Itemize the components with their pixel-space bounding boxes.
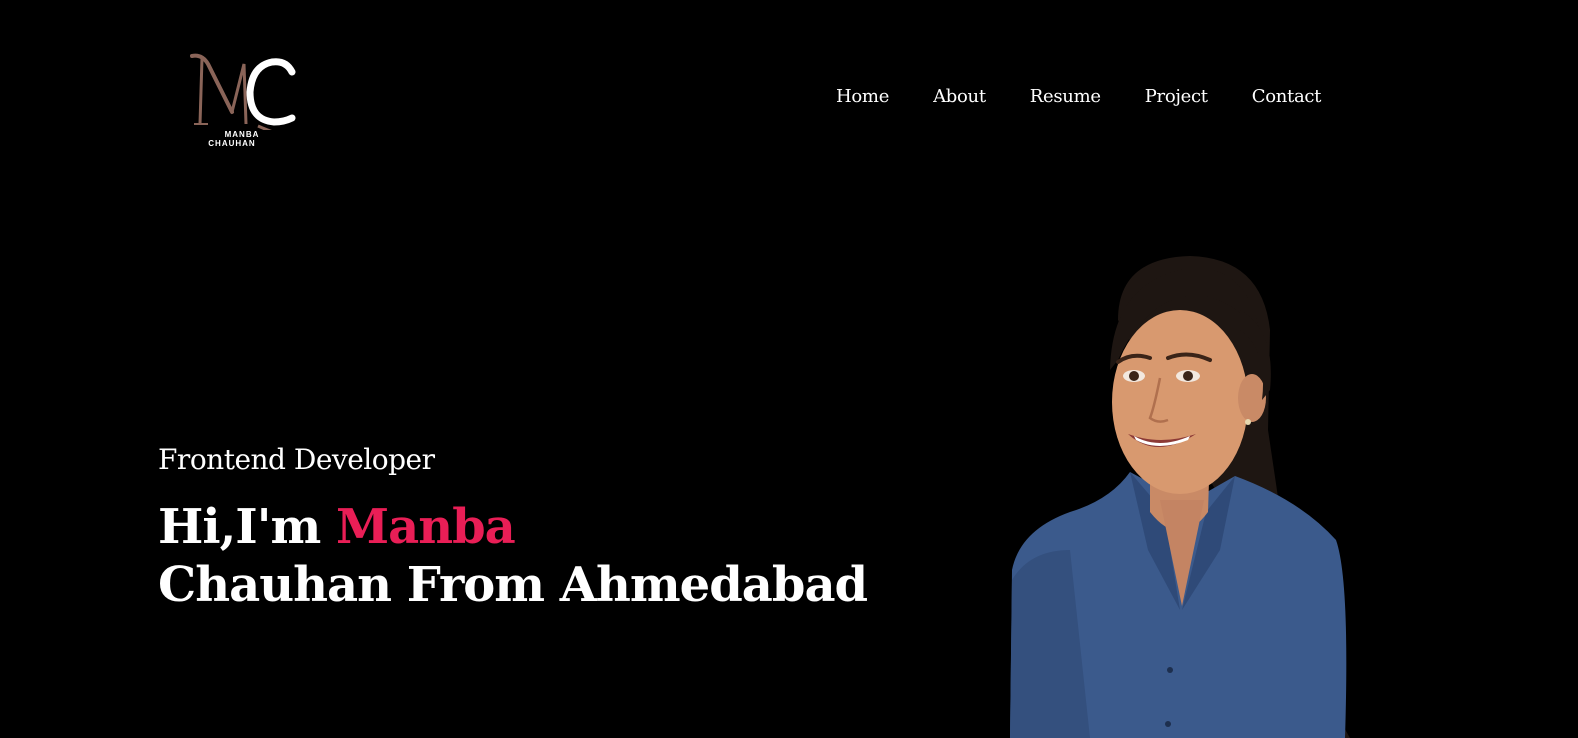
logo-text-line2: CHAUHAN [208, 139, 256, 148]
profile-portrait [1000, 250, 1370, 738]
hero-name-accent: Manba [335, 499, 516, 555]
hero-title: Hi,I'm Manba Chauhan From Ahmedabad [158, 498, 868, 614]
profile-photo-icon [1010, 256, 1350, 738]
nav-home[interactable]: Home [836, 86, 889, 107]
nav-resume[interactable]: Resume [1030, 86, 1101, 107]
hero-title-line2: Chauhan From Ahmedabad [158, 557, 868, 613]
site-logo[interactable]: MANBA CHAUHAN [188, 50, 308, 150]
nav-about[interactable]: About [933, 86, 986, 107]
logo-text-line1: MANBA [224, 130, 260, 139]
hero-subtitle: Frontend Developer [158, 443, 435, 476]
main-nav: Home About Resume Project Contact [836, 86, 1321, 107]
nav-project[interactable]: Project [1145, 86, 1208, 107]
hero-greeting: Hi,I'm [158, 499, 336, 555]
nav-contact[interactable]: Contact [1252, 86, 1322, 107]
monogram-logo-icon [190, 53, 296, 130]
page: MANBA CHAUHAN Home About Resume Project … [0, 0, 1578, 738]
